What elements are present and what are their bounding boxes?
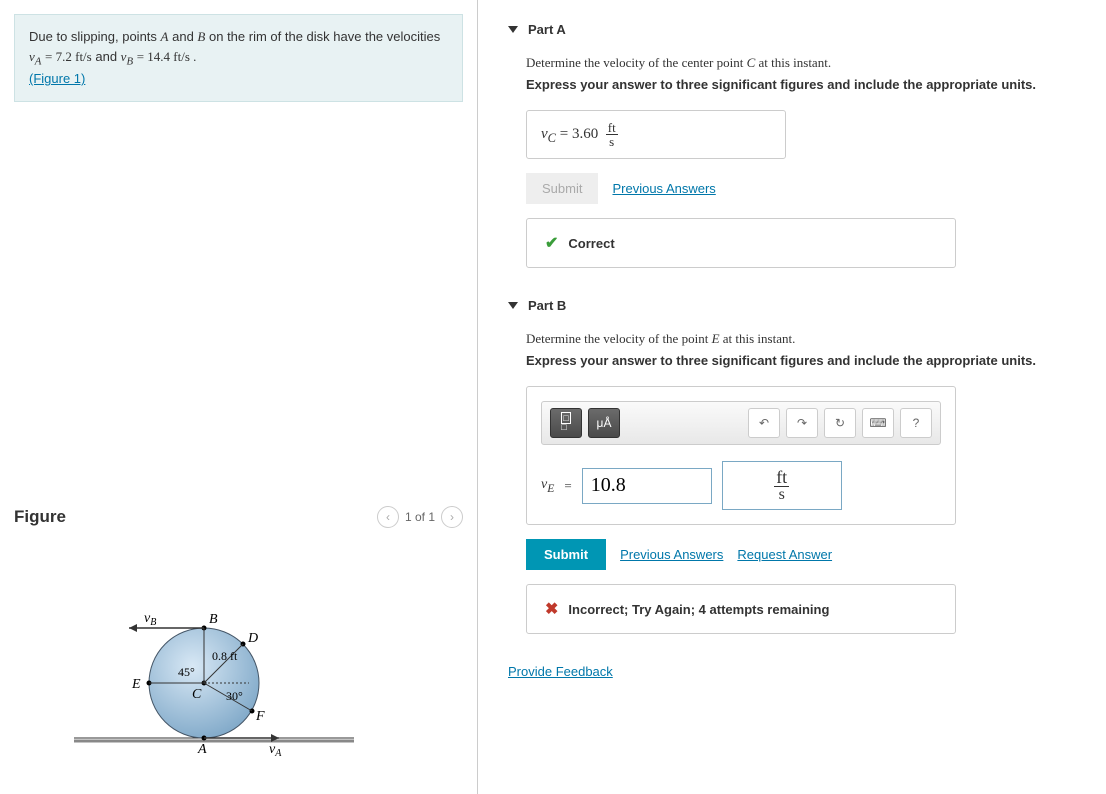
provide-feedback-link[interactable]: Provide Feedback (508, 664, 613, 679)
left-panel: Due to slipping, points A and B on the r… (0, 0, 478, 794)
part-b-body: Determine the velocity of the point E at… (526, 331, 1106, 634)
part-b-input-widget: □□ μÅ ↶ ↷ ↻ ⌨ ? vE = fts (526, 386, 956, 525)
part-b-unit-box[interactable]: fts (722, 461, 842, 510)
part-b-instruction: Express your answer to three significant… (526, 353, 1106, 368)
svg-text:0.8 ft: 0.8 ft (212, 649, 238, 663)
svg-text:E: E (131, 677, 141, 692)
part-b-title: Part B (528, 298, 566, 313)
part-a-answer: vC = 3.60 fts (526, 110, 786, 159)
point-a: A (161, 29, 169, 44)
svg-text:A: A (197, 742, 207, 757)
templates-button[interactable]: □□ (550, 408, 582, 438)
caret-down-icon (508, 302, 518, 309)
pager-prev-button[interactable]: ‹ (377, 506, 399, 528)
figure-pager: ‹ 1 of 1 › (377, 506, 463, 528)
part-a-value: 3.60 (572, 126, 598, 142)
svg-text:D: D (247, 631, 258, 646)
figure-header: Figure ‹ 1 of 1 › (14, 496, 463, 528)
svg-text:F: F (255, 709, 265, 724)
caret-down-icon (508, 26, 518, 33)
redo-button[interactable]: ↷ (786, 408, 818, 438)
part-b-header[interactable]: Part B (508, 298, 1106, 313)
figure-diagram: vB B D 0.8 ft 45° E C 30° F A vA (74, 588, 374, 768)
svg-text:vA: vA (269, 742, 282, 759)
part-a-question: Determine the velocity of the center poi… (526, 55, 1106, 71)
part-b-feedback: ✖ Incorrect; Try Again; 4 attempts remai… (526, 584, 956, 634)
keyboard-button[interactable]: ⌨ (862, 408, 894, 438)
part-a-submit-button: Submit (526, 173, 598, 204)
figure-area: vB B D 0.8 ft 45° E C 30° F A vA (14, 568, 463, 771)
point-b: B (197, 29, 205, 44)
svg-text:45°: 45° (178, 665, 195, 679)
reset-button[interactable]: ↻ (824, 408, 856, 438)
problem-statement: Due to slipping, points A and B on the r… (14, 14, 463, 102)
figure-link[interactable]: (Figure 1) (29, 71, 85, 86)
help-button[interactable]: ? (900, 408, 932, 438)
svg-text:30°: 30° (226, 689, 243, 703)
pager-label: 1 of 1 (405, 510, 435, 524)
part-a-instruction: Express your answer to three significant… (526, 77, 1106, 92)
svg-text:B: B (209, 612, 218, 627)
cross-icon: ✖ (545, 599, 558, 619)
svg-text:C: C (192, 687, 202, 702)
check-icon: ✔ (545, 233, 558, 253)
part-a-title: Part A (528, 22, 566, 37)
svg-text:vB: vB (144, 611, 156, 628)
figure-heading: Figure (14, 507, 66, 527)
problem-text: Due to slipping, points (29, 29, 161, 44)
part-a-previous-answers-link[interactable]: Previous Answers (612, 181, 715, 196)
right-panel: Part A Determine the velocity of the cen… (478, 0, 1106, 794)
part-a-body: Determine the velocity of the center poi… (526, 55, 1106, 268)
part-a-header[interactable]: Part A (508, 22, 1106, 37)
undo-button[interactable]: ↶ (748, 408, 780, 438)
input-toolbar: □□ μÅ ↶ ↷ ↻ ⌨ ? (541, 401, 941, 445)
part-b-question: Determine the velocity of the point E at… (526, 331, 1106, 347)
part-a-feedback-text: Correct (568, 236, 614, 251)
part-b-submit-button[interactable]: Submit (526, 539, 606, 570)
part-a-feedback: ✔ Correct (526, 218, 956, 268)
part-b-feedback-text: Incorrect; Try Again; 4 attempts remaini… (568, 602, 829, 617)
part-b-request-answer-link[interactable]: Request Answer (737, 547, 832, 562)
pager-next-button[interactable]: › (441, 506, 463, 528)
part-b-previous-answers-link[interactable]: Previous Answers (620, 547, 723, 562)
part-b-value-input[interactable] (582, 468, 712, 504)
units-button[interactable]: μÅ (588, 408, 620, 438)
